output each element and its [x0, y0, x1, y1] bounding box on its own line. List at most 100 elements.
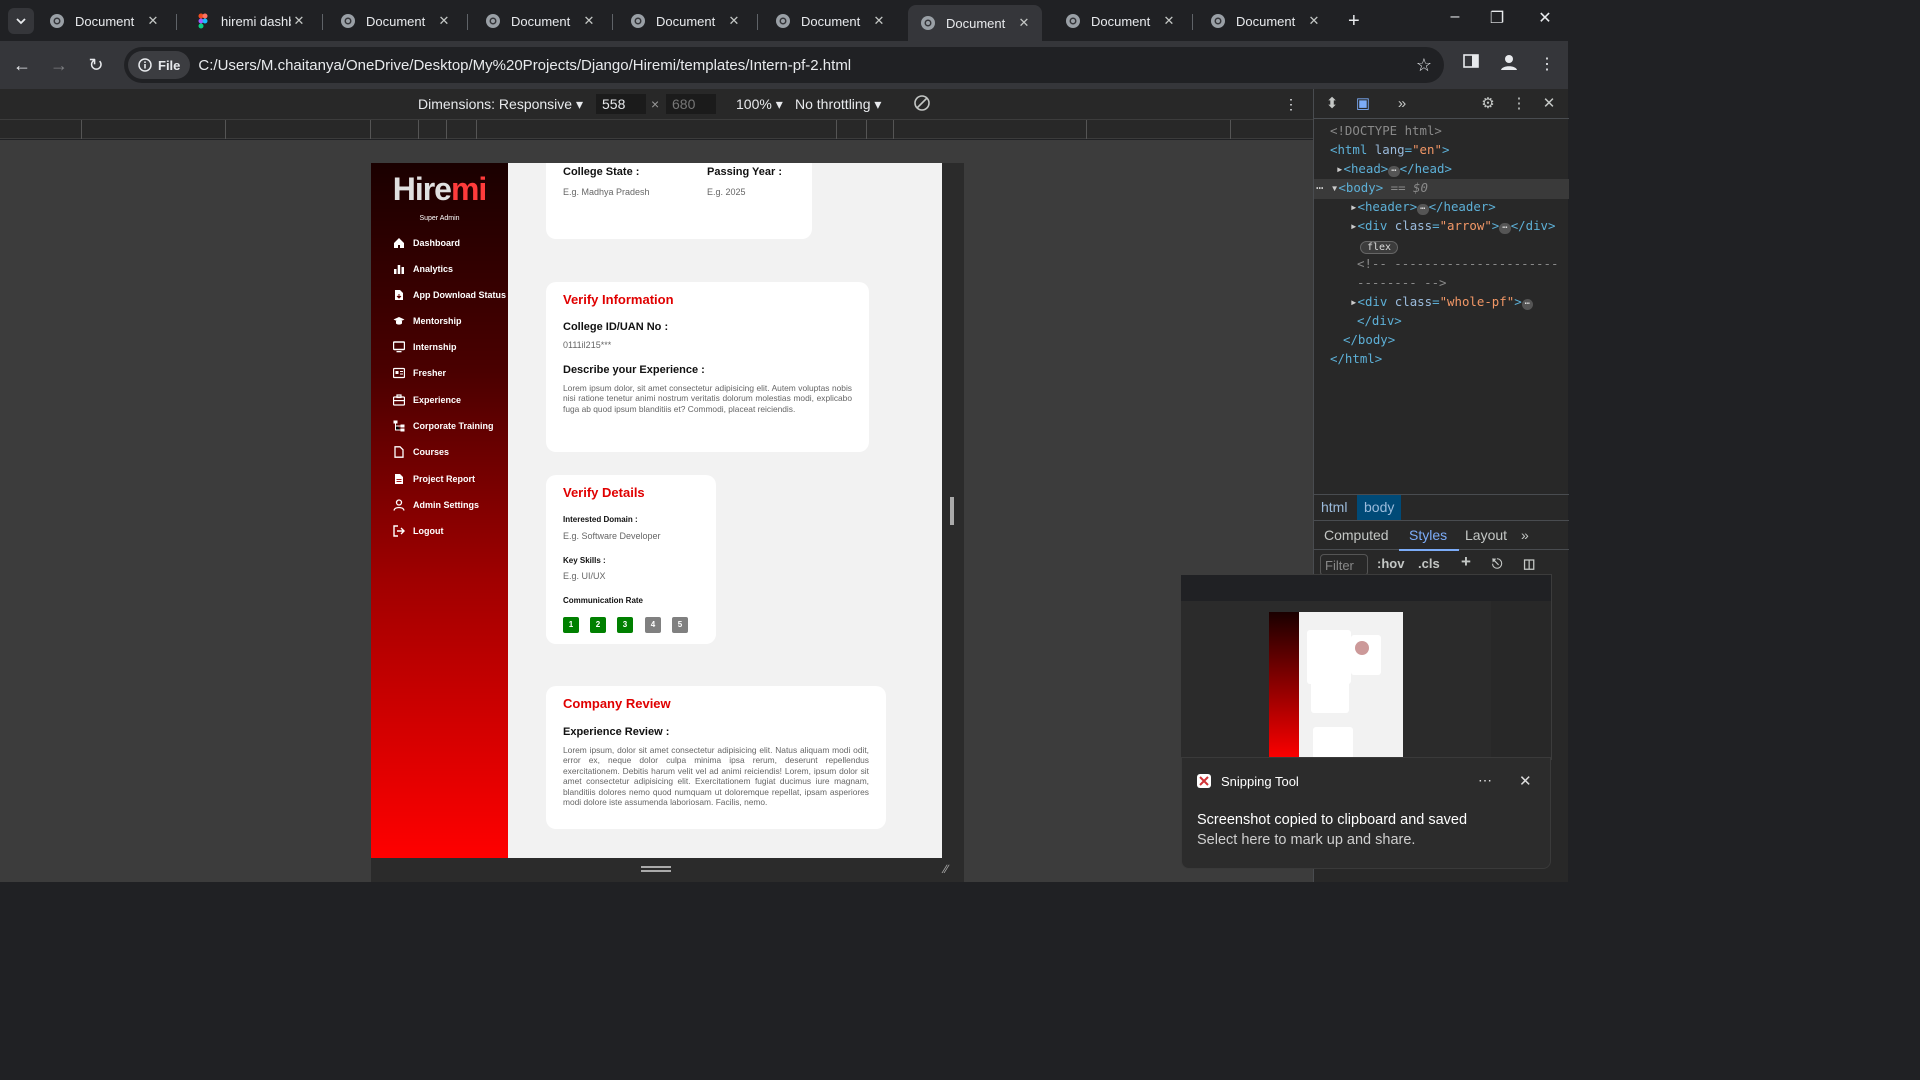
rate-button[interactable]: 1 [563, 617, 579, 633]
snipping-tool-notification[interactable]: Snipping Tool ⋯ ✕ Screenshot copied to c… [1181, 757, 1551, 869]
styles-filter-input[interactable]: Filter [1320, 554, 1368, 576]
close-tab-icon[interactable]: ✕ [726, 13, 742, 29]
browser-tab[interactable]: hiremi dashb ✕ [183, 6, 317, 36]
notification-close-icon[interactable]: ✕ [1519, 772, 1532, 790]
more-tabs-icon[interactable]: » [1521, 527, 1529, 543]
breadcrumb-body[interactable]: body [1357, 495, 1402, 520]
html-node[interactable]: <html lang="en"> [1330, 142, 1449, 157]
hov-toggle[interactable]: :hov [1377, 556, 1404, 571]
rate-button[interactable]: 5 [672, 617, 688, 633]
forward-icon[interactable]: → [47, 53, 71, 77]
rate-button[interactable]: 2 [590, 617, 606, 633]
throttling-dropdown[interactable]: No throttling ▾ [795, 96, 881, 113]
sidebar-item-logout[interactable]: Logout [393, 525, 444, 537]
dimensions-dropdown[interactable]: Dimensions: Responsive ▾ [418, 96, 583, 113]
tab-search-button[interactable] [8, 8, 34, 34]
close-tab-icon[interactable]: ✕ [1161, 13, 1177, 29]
back-icon[interactable]: ← [10, 53, 34, 77]
zoom-label: 100% [736, 96, 772, 112]
comment-node-line1[interactable]: <!-- ---------------------- [1357, 256, 1558, 271]
snipping-tool-icon [1197, 774, 1211, 788]
rate-button[interactable]: 4 [645, 617, 661, 633]
tab-layout[interactable]: Layout [1465, 527, 1507, 543]
menu-kebab-icon[interactable]: ⋮ [1535, 53, 1559, 77]
head-node[interactable]: ▸<head> ⋯ </head> [1336, 161, 1452, 177]
browser-tab[interactable]: Document ✕ [763, 6, 897, 36]
close-tab-icon[interactable]: ✕ [291, 13, 307, 29]
sidebar-item-project-report[interactable]: Project Report [393, 473, 475, 485]
div-arrow-node[interactable]: ▸<div class="arrow"> ⋯ </div> [1350, 218, 1555, 234]
browser-tab[interactable]: Document ✕ [1053, 6, 1187, 36]
header-node[interactable]: ▸<header> ⋯ </header> [1350, 199, 1496, 215]
flex-badge[interactable]: flex [1360, 238, 1399, 254]
doctype-node[interactable]: <!DOCTYPE html> [1330, 123, 1442, 138]
profile-icon[interactable] [1497, 53, 1521, 77]
browser-tab[interactable]: Document ✕ [328, 6, 462, 36]
close-tab-icon[interactable]: ✕ [1016, 15, 1032, 31]
html-close-node[interactable]: </html> [1330, 351, 1382, 366]
new-rule-icon[interactable]: + [1461, 552, 1471, 572]
address-bar[interactable]: File C:/Users/M.chaitanya/OneDrive/Deskt… [124, 47, 1444, 83]
height-input[interactable]: 680 [666, 94, 716, 114]
settings-gear-icon[interactable]: ⚙ [1478, 94, 1498, 114]
rate-button[interactable]: 3 [617, 617, 633, 633]
browser-tab[interactable]: Document ✕ [618, 6, 752, 36]
reload-icon[interactable]: ↻ [84, 53, 108, 77]
body-close-node[interactable]: </body> [1343, 332, 1395, 347]
resize-handle-right[interactable] [950, 497, 954, 525]
close-tab-icon[interactable]: ✕ [145, 13, 161, 29]
inspect-element-icon[interactable]: ⬍ [1322, 94, 1342, 114]
div-whole-pf-node[interactable]: ▸<div class="whole-pf"> ⋯ [1350, 294, 1534, 310]
minimize-icon[interactable]: – [1440, 8, 1470, 32]
passing-year-value: E.g. 2025 [707, 187, 746, 197]
close-tab-icon[interactable]: ✕ [581, 13, 597, 29]
sidebar-item-dashboard[interactable]: Dashboard [393, 237, 460, 249]
new-tab-icon[interactable]: + [1348, 10, 1360, 33]
sidebar-item-courses[interactable]: Courses [393, 446, 449, 458]
rotate-icon[interactable] [912, 93, 932, 116]
close-tab-icon[interactable]: ✕ [871, 13, 887, 29]
browser-tab[interactable]: Document ✕ [1198, 6, 1332, 36]
breadcrumb-html[interactable]: html [1314, 495, 1354, 520]
styles-tabs: Computed Styles Layout » [1314, 520, 1569, 551]
close-tab-icon[interactable]: ✕ [1306, 13, 1322, 29]
sidebar-item-admin-settings[interactable]: Admin Settings [393, 499, 479, 511]
comment-node-line2[interactable]: -------- --> [1357, 275, 1447, 290]
browser-tab[interactable]: Document ✕ [473, 6, 607, 36]
snip-preview-thumbnail[interactable] [1180, 574, 1552, 760]
sidebar-item-fresher[interactable]: Fresher [393, 367, 446, 379]
div-close-node[interactable]: </div> [1357, 313, 1402, 328]
resize-corner-icon[interactable]: ∕∕ [944, 862, 958, 876]
sidebar-item-experience[interactable]: Experience [393, 394, 461, 406]
tab-styles[interactable]: Styles [1409, 527, 1447, 543]
device-mode-icon[interactable]: ▣ [1353, 94, 1373, 114]
report-icon [395, 474, 403, 484]
sidebar-item-mentorship[interactable]: Mentorship [393, 315, 462, 327]
browser-tab[interactable]: Document ✕ [37, 6, 171, 36]
width-input[interactable]: 558 [596, 94, 646, 114]
close-tab-icon[interactable]: ✕ [436, 13, 452, 29]
close-window-icon[interactable]: ✕ [1530, 8, 1560, 32]
sidebar-item-analytics[interactable]: Analytics [393, 263, 453, 275]
close-devtools-icon[interactable]: ✕ [1539, 94, 1559, 114]
device-more-icon[interactable]: ⋮ [1284, 96, 1298, 113]
bookmark-star-icon[interactable]: ☆ [1416, 55, 1432, 76]
browser-tab[interactable]: Document ✕ [908, 5, 1042, 41]
restore-icon[interactable]: ❐ [1482, 8, 1512, 32]
sidebar-item-corporate-training[interactable]: Corporate Training [393, 420, 494, 432]
toggle-sidebar-icon[interactable]: ◫ [1523, 556, 1535, 572]
paint-brush-icon[interactable]: ⎋ [1492, 556, 1502, 572]
sidebar-item-app-download-status[interactable]: App Download Status [393, 289, 506, 301]
devtools-kebab-icon[interactable]: ⋮ [1509, 94, 1529, 114]
side-panel-icon[interactable] [1459, 53, 1483, 77]
notification-more-icon[interactable]: ⋯ [1478, 772, 1492, 789]
resize-handle-bottom[interactable] [641, 866, 671, 872]
zoom-dropdown[interactable]: 100% ▾ [736, 96, 783, 113]
cls-toggle[interactable]: .cls [1418, 556, 1440, 571]
sidebar-item-internship[interactable]: Internship [393, 341, 457, 353]
tab-computed[interactable]: Computed [1324, 527, 1389, 543]
site-info-chip[interactable]: File [128, 51, 191, 79]
url-text[interactable]: C:/Users/M.chaitanya/OneDrive/Desktop/My… [198, 57, 851, 74]
more-panels-icon[interactable]: » [1392, 94, 1412, 114]
body-node[interactable]: ⋯ ▾<body> == $0 [1316, 180, 1428, 195]
